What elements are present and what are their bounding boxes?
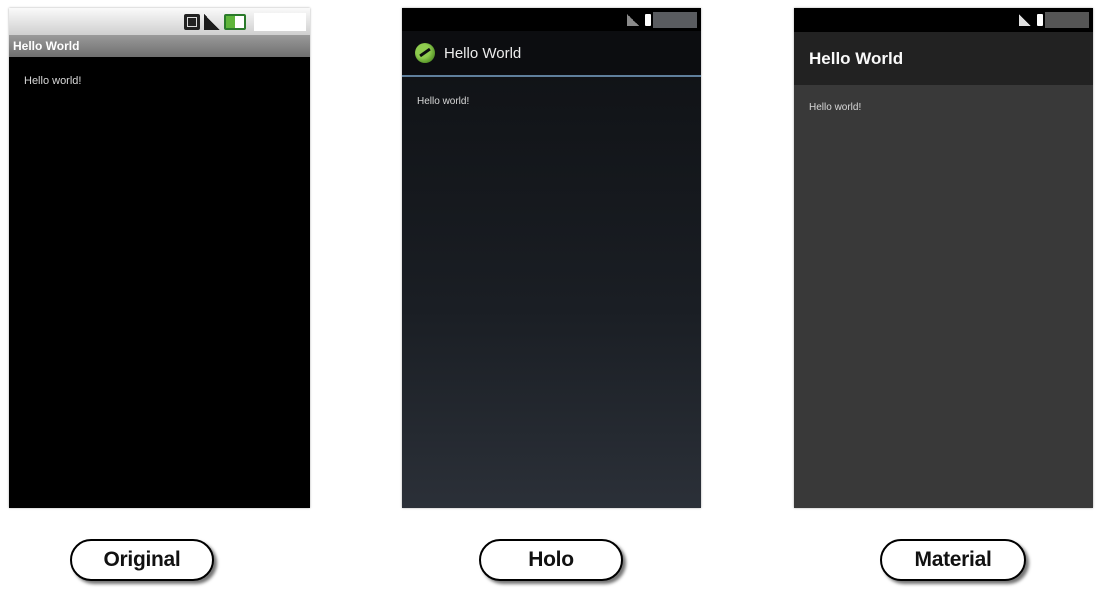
app-bar: Hello World bbox=[794, 32, 1093, 85]
3g-icon bbox=[184, 13, 200, 30]
battery-icon bbox=[1037, 14, 1043, 26]
action-bar: Hello World bbox=[402, 31, 701, 77]
status-bar bbox=[794, 8, 1093, 32]
hello-text: Hello world! bbox=[809, 102, 862, 113]
caption-material: Material bbox=[880, 539, 1026, 581]
hello-text: Hello world! bbox=[417, 96, 470, 107]
app-logo-icon bbox=[415, 43, 435, 63]
app-title: Hello World bbox=[809, 48, 904, 68]
status-bar bbox=[9, 8, 310, 35]
app-title: Hello World bbox=[444, 44, 522, 62]
no-signal-icon bbox=[1019, 14, 1031, 26]
status-clock-area bbox=[1045, 12, 1089, 28]
title-bar: Hello World bbox=[9, 35, 310, 57]
caption-original: Original bbox=[70, 539, 214, 581]
battery-icon bbox=[645, 13, 651, 26]
hello-text: Hello world! bbox=[24, 75, 82, 87]
app-title: Hello World bbox=[13, 39, 80, 53]
no-signal-icon bbox=[627, 13, 639, 26]
caption-holo: Holo bbox=[479, 539, 623, 581]
status-clock-area bbox=[653, 11, 697, 28]
status-bar bbox=[402, 8, 701, 31]
battery-charging-icon bbox=[224, 13, 246, 30]
holo-theme-screen: Hello World Hello world! bbox=[402, 8, 701, 508]
original-theme-screen: Hello World Hello world! bbox=[9, 8, 310, 508]
material-theme-screen: Hello World Hello world! bbox=[794, 8, 1093, 508]
status-clock-area bbox=[254, 12, 306, 31]
signal-icon bbox=[204, 13, 220, 30]
